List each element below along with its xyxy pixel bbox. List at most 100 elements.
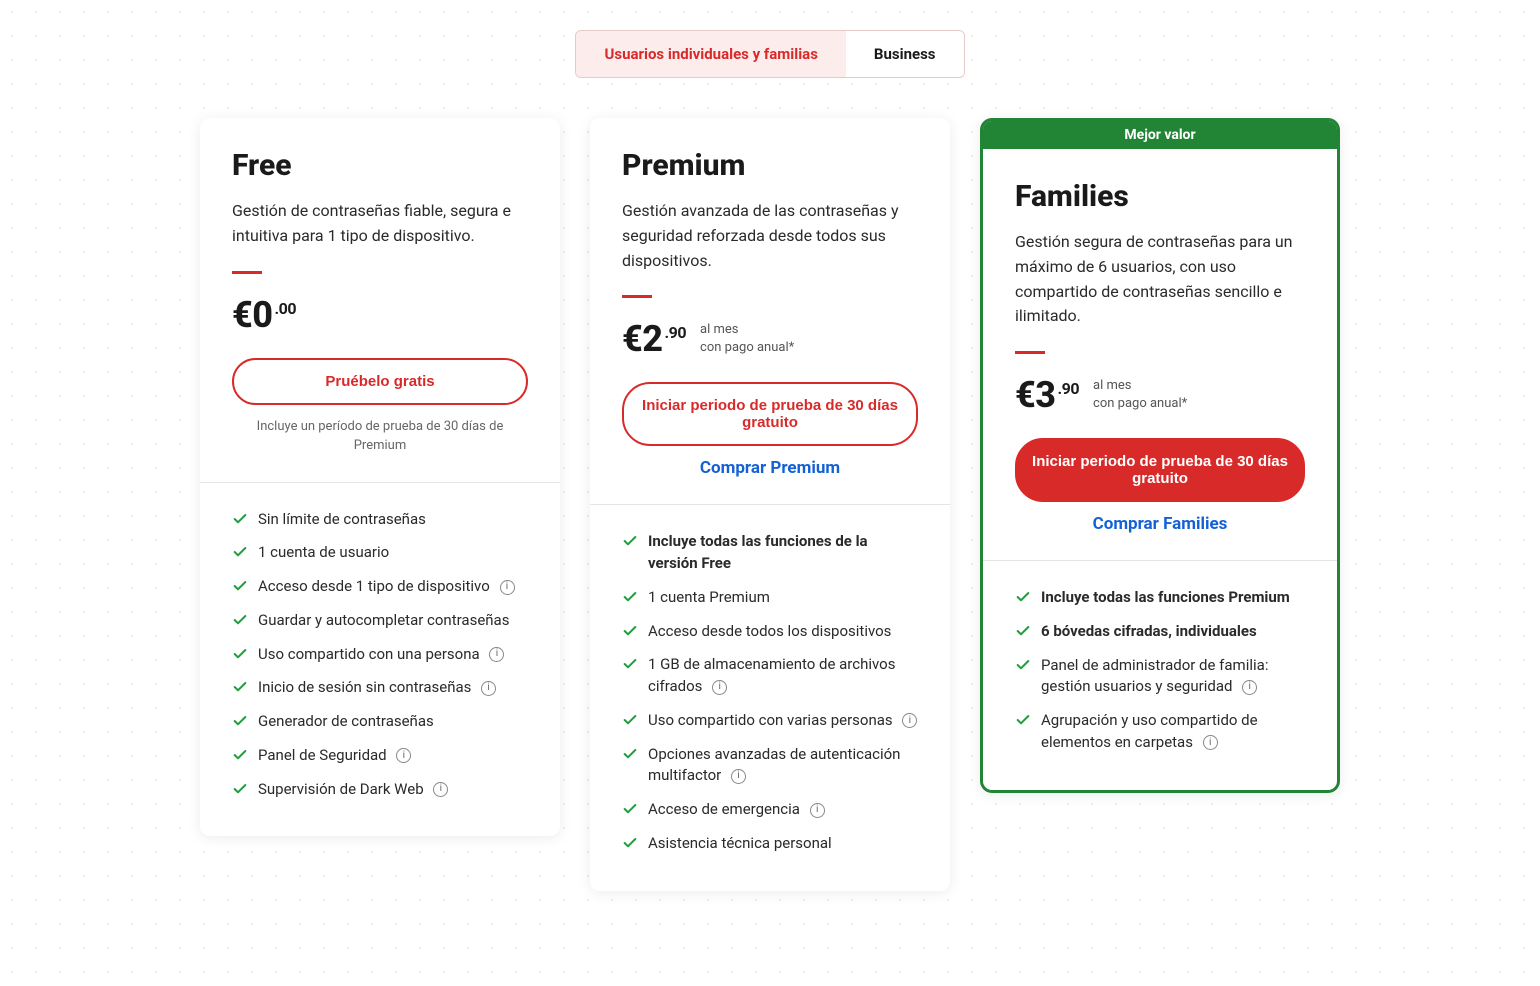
feature-item: Panel de Seguridad i [232, 745, 528, 767]
plan-card-free: Free Gestión de contraseñas fiable, segu… [200, 118, 560, 836]
check-icon [232, 713, 248, 729]
feature-item: Guardar y autocompletar contraseñas [232, 610, 528, 632]
price-amount: 2 [642, 318, 662, 360]
feature-text: Acceso desde 1 tipo de dispositivo i [258, 576, 515, 598]
divider-accent [1015, 351, 1045, 354]
info-icon[interactable]: i [902, 713, 917, 728]
check-icon [1015, 589, 1031, 605]
plan-card-premium: Premium Gestión avanzada de las contrase… [590, 118, 950, 891]
feature-item: Asistencia técnica personal [622, 833, 918, 855]
feature-text: 1 GB de almacenamiento de archivos cifra… [648, 654, 918, 698]
plan-price: €2.90 [622, 318, 686, 360]
currency: € [622, 318, 642, 360]
price-amount: 3 [1035, 374, 1055, 416]
buy-premium-link[interactable]: Comprar Premium [622, 458, 918, 478]
check-icon [622, 835, 638, 851]
best-value-badge: Mejor valor [983, 121, 1337, 149]
feature-text: 1 cuenta de usuario [258, 542, 389, 564]
check-icon [622, 712, 638, 728]
feature-text: Acceso de emergencia i [648, 799, 825, 821]
check-icon [232, 544, 248, 560]
plan-tabs-inner: Usuarios individuales y familias Busines… [575, 30, 964, 78]
plan-desc: Gestión de contraseñas fiable, segura e … [232, 199, 528, 249]
currency: € [1015, 374, 1035, 416]
feature-text: Supervisión de Dark Web i [258, 779, 448, 801]
feature-text: 1 cuenta Premium [648, 587, 770, 609]
tab-individual[interactable]: Usuarios individuales y familias [576, 31, 845, 77]
info-icon[interactable]: i [500, 580, 515, 595]
feature-item: Inicio de sesión sin contraseñas i [232, 677, 528, 699]
plan-desc: Gestión segura de contraseñas para un má… [1015, 230, 1305, 329]
cta-premium[interactable]: Iniciar periodo de prueba de 30 días gra… [622, 382, 918, 446]
price-amount: 0 [252, 294, 272, 336]
check-icon [622, 656, 638, 672]
tab-business[interactable]: Business [846, 31, 964, 77]
feature-item: Opciones avanzadas de autenticación mult… [622, 744, 918, 788]
info-icon[interactable]: i [731, 769, 746, 784]
price-sub-line2: con pago anual* [700, 339, 794, 357]
check-icon [622, 533, 638, 549]
buy-families-link[interactable]: Comprar Families [1015, 514, 1305, 534]
cta-free[interactable]: Pruébelo gratis [232, 358, 528, 405]
feature-text: Opciones avanzadas de autenticación mult… [648, 744, 918, 788]
plan-name: Free [232, 148, 528, 183]
feature-item: Supervisión de Dark Web i [232, 779, 528, 801]
check-icon [232, 781, 248, 797]
check-icon [1015, 657, 1031, 673]
divider-accent [232, 271, 262, 274]
feature-item: 1 cuenta de usuario [232, 542, 528, 564]
feature-item: Uso compartido con una persona i [232, 644, 528, 666]
price-cents: .00 [275, 299, 297, 318]
feature-item: Generador de contraseñas [232, 711, 528, 733]
check-icon [622, 746, 638, 762]
feature-text: Generador de contraseñas [258, 711, 434, 733]
plan-tabs: Usuarios individuales y familias Busines… [60, 30, 1480, 78]
plan-price: €3.90 [1015, 374, 1079, 416]
feature-text: 6 bóvedas cifradas, individuales [1041, 621, 1257, 643]
feature-text: Incluye todas las funciones de la versió… [648, 531, 918, 575]
feature-item: Agrupación y uso compartido de elementos… [1015, 710, 1305, 754]
feature-item: Uso compartido con varias personas i [622, 710, 918, 732]
info-icon[interactable]: i [481, 681, 496, 696]
info-icon[interactable]: i [1242, 680, 1257, 695]
check-icon [1015, 623, 1031, 639]
feature-text: Sin límite de contraseñas [258, 509, 426, 531]
plan-name: Premium [622, 148, 918, 183]
price-sub-line2: con pago anual* [1093, 395, 1187, 413]
info-icon[interactable]: i [433, 782, 448, 797]
feature-text: Uso compartido con una persona i [258, 644, 504, 666]
info-icon[interactable]: i [712, 680, 727, 695]
feature-text: Panel de Seguridad i [258, 745, 411, 767]
price-sub-line1: al mes [1093, 377, 1187, 395]
feature-item: 1 cuenta Premium [622, 587, 918, 609]
plan-card-families: Mejor valor Families Gestión segura de c… [980, 118, 1340, 793]
currency: € [232, 294, 252, 336]
feature-text: Guardar y autocompletar contraseñas [258, 610, 509, 632]
feature-item: Acceso desde 1 tipo de dispositivo i [232, 576, 528, 598]
check-icon [1015, 712, 1031, 728]
check-icon [622, 801, 638, 817]
plan-name: Families [1015, 179, 1305, 214]
pricing-cards: Free Gestión de contraseñas fiable, segu… [60, 118, 1480, 891]
info-icon[interactable]: i [489, 647, 504, 662]
info-icon[interactable]: i [810, 803, 825, 818]
note-free: Incluye un período de prueba de 30 días … [232, 417, 528, 456]
check-icon [232, 747, 248, 763]
features-free: Sin límite de contraseñas 1 cuenta de usu… [200, 483, 560, 837]
divider-accent [622, 295, 652, 298]
check-icon [232, 612, 248, 628]
info-icon[interactable]: i [396, 748, 411, 763]
feature-item: 6 bóvedas cifradas, individuales [1015, 621, 1305, 643]
check-icon [232, 646, 248, 662]
feature-text: Panel de administrador de familia: gesti… [1041, 655, 1305, 699]
feature-item: Acceso desde todos los dispositivos [622, 621, 918, 643]
price-sub-line1: al mes [700, 321, 794, 339]
cta-families[interactable]: Iniciar periodo de prueba de 30 días gra… [1015, 438, 1305, 502]
feature-item: Sin límite de contraseñas [232, 509, 528, 531]
info-icon[interactable]: i [1203, 735, 1218, 750]
feature-text: Incluye todas las funciones Premium [1041, 587, 1290, 609]
plan-price: €0.00 [232, 294, 296, 336]
feature-text: Agrupación y uso compartido de elementos… [1041, 710, 1305, 754]
plan-desc: Gestión avanzada de las contraseñas y se… [622, 199, 918, 273]
check-icon [622, 589, 638, 605]
